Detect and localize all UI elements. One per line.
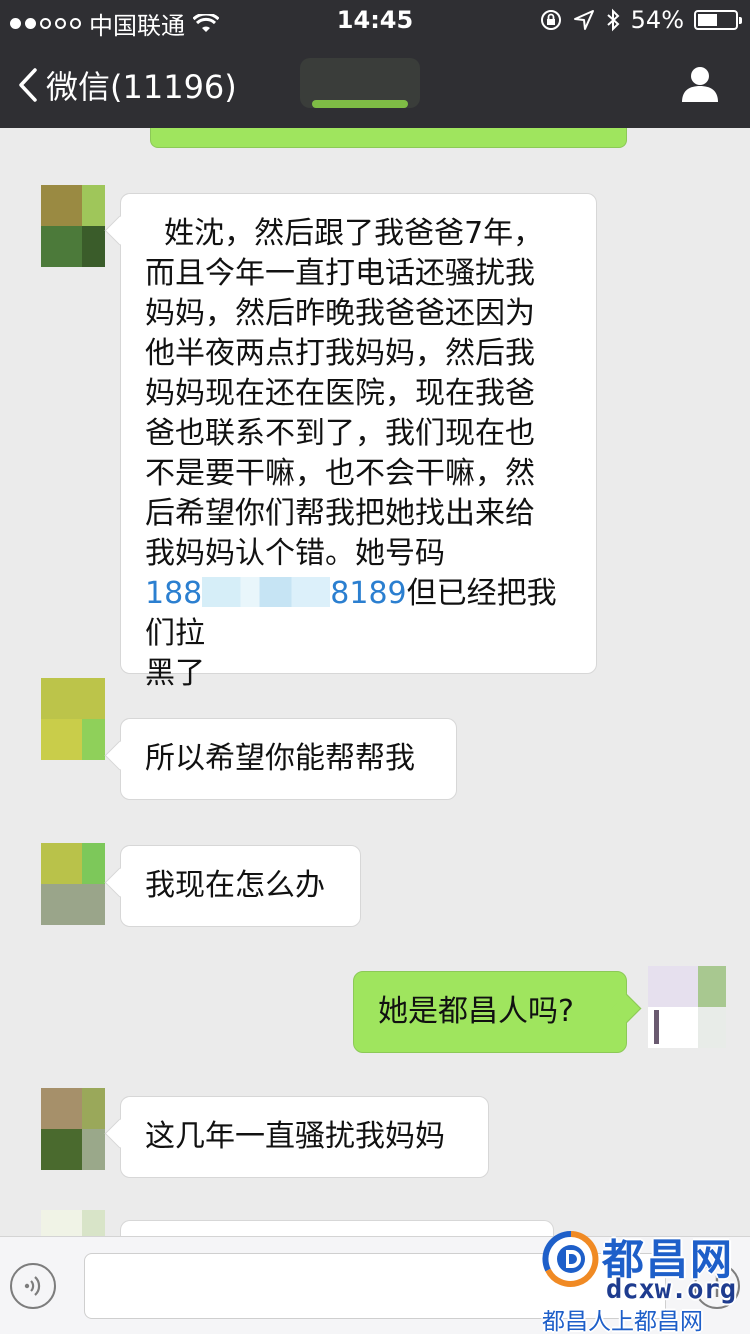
chat-header: 微信(11196) (0, 40, 750, 128)
message-line: 后希望你们帮我把她找出来给 (145, 496, 535, 531)
message-text: 我现在怎么办 (145, 868, 325, 903)
site-logo-icon (542, 1230, 599, 1287)
site-slogan: 都昌人上都昌网 (542, 1309, 703, 1334)
voice-button[interactable] (10, 1263, 56, 1309)
message-bubble[interactable]: 这几年一直骚扰我妈妈 (120, 1096, 489, 1178)
chat-screen: 中国联通 14:45 54% 微信(11196) 姓沈，然后跟了我爸爸7年， 而… (0, 0, 750, 1334)
person-icon[interactable] (680, 64, 720, 104)
avatar[interactable] (41, 678, 105, 760)
site-domain: dcxw.org (606, 1274, 737, 1305)
redacted-digits (202, 577, 331, 607)
voice-icon (24, 1276, 41, 1296)
message-line: 不是要干嘛，也不会干嘛，然 (145, 456, 535, 491)
battery-icon (694, 10, 742, 30)
message-line: 他半夜两点打我妈妈，然后我 (145, 336, 535, 371)
message-text: 这几年一直骚扰我妈妈 (145, 1119, 445, 1154)
status-right: 54% (539, 6, 742, 34)
message-line: 姓沈，然后跟了我爸爸7年， (145, 216, 544, 251)
back-label: 微信(11196) (46, 68, 237, 106)
site-watermark: 都昌网 dcxw.org 都昌人上都昌网 (538, 1226, 750, 1334)
location-arrow-icon (573, 10, 594, 30)
message-line: 我妈妈认个错。她号码 (145, 536, 445, 571)
message-line: 而且今年一直打电话还骚扰我 (145, 256, 535, 291)
rotation-lock-icon (540, 10, 561, 30)
my-message-bubble[interactable]: 她是都昌人吗? (353, 971, 627, 1053)
chevron-left-icon (19, 68, 37, 102)
avatar[interactable] (41, 1210, 105, 1236)
battery-level (698, 14, 717, 26)
back-button[interactable]: 微信(11196) (18, 62, 237, 108)
contact-name-redacted (300, 58, 420, 108)
message-line: 爸也联系不到了，我们现在也 (145, 416, 535, 451)
message-text: 所以希望你能帮帮我 (145, 741, 415, 776)
avatar[interactable] (41, 1088, 105, 1170)
message-bubble[interactable]: 所以希望你能帮帮我 (120, 718, 457, 800)
phone-number-link[interactable]: 188 8189 (145, 576, 407, 611)
message-line: 黑了 (145, 656, 205, 691)
message-text: 她是都昌人吗? (378, 994, 574, 1029)
previous-message-clipped (150, 128, 627, 148)
avatar[interactable] (41, 843, 105, 925)
message-line: 妈妈现在还在医院，现在我爸 (145, 376, 535, 411)
avatar[interactable] (41, 185, 105, 267)
my-avatar[interactable] (648, 966, 726, 1048)
message-line: 妈妈，然后昨晚我爸爸还因为 (145, 296, 535, 331)
message-bubble[interactable]: 姓沈，然后跟了我爸爸7年， 而且今年一直打电话还骚扰我 妈妈，然后昨晚我爸爸还因… (120, 193, 597, 691)
bluetooth-icon (606, 8, 620, 32)
battery-percent: 54% (630, 6, 684, 34)
message-bubble[interactable]: 我现在怎么办 (120, 845, 361, 927)
message-text: 姓沈，然后跟了我爸爸7年， 而且今年一直打电话还骚扰我 妈妈，然后昨晚我爸爸还因… (121, 194, 596, 714)
status-bar: 中国联通 14:45 54% (0, 0, 750, 40)
